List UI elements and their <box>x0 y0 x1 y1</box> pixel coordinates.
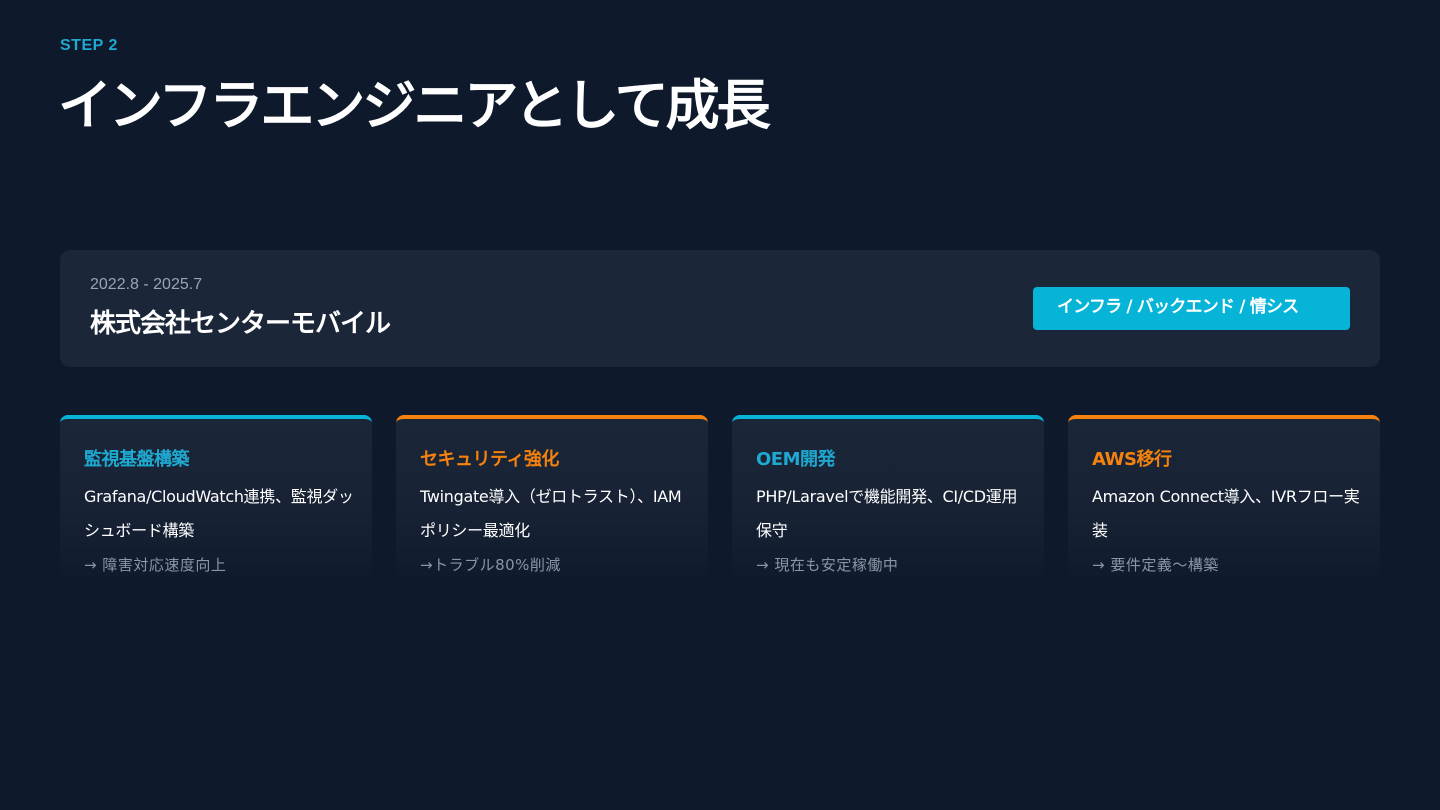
skill-title: セキュリティ強化 <box>420 449 559 470</box>
skill-card-aws: AWS移行 Amazon Connect導入、IVRフロー実装 → 要件定義〜構… <box>1068 415 1380 587</box>
company-period: 2022.8 - 2025.7 <box>90 276 203 293</box>
skill-card-security: セキュリティ強化 Twingate導入（ゼロトラスト）、IAMポリシー最適化 →… <box>396 415 708 587</box>
skill-title: 監視基盤構築 <box>84 449 190 470</box>
page-title: インフラエンジニアとして成長 <box>58 74 771 137</box>
skill-title: AWS移行 <box>1092 449 1172 470</box>
skill-result: → 現在も安定稼働中 <box>756 556 899 574</box>
skill-description: Amazon Connect導入、IVRフロー実装 <box>1092 487 1360 540</box>
skill-card-oem: OEM開発 PHP/Laravelで機能開発、CI/CD運用保守 → 現在も安定… <box>732 415 1044 587</box>
skill-description: Twingate導入（ゼロトラスト）、IAMポリシー最適化 <box>420 487 682 540</box>
skill-title: OEM開発 <box>756 449 836 470</box>
skill-card-monitoring: 監視基盤構築 Grafana/CloudWatch連携、監視ダッシュボード構築 … <box>60 415 372 587</box>
skill-result: → 障害対応速度向上 <box>84 556 227 574</box>
skill-result: → 要件定義〜構築 <box>1092 556 1219 574</box>
skill-description: PHP/Laravelで機能開発、CI/CD運用保守 <box>756 487 1018 540</box>
company-card: 2022.8 - 2025.7 株式会社センターモバイル インフラ / バックエ… <box>60 250 1380 367</box>
role-badge: インフラ / バックエンド / 情シス <box>1033 287 1350 330</box>
step-label: STEP 2 <box>60 37 118 54</box>
skill-result: →トラブル80%削減 <box>420 556 561 574</box>
skill-description: Grafana/CloudWatch連携、監視ダッシュボード構築 <box>84 487 354 540</box>
company-name: 株式会社センターモバイル <box>90 309 391 339</box>
